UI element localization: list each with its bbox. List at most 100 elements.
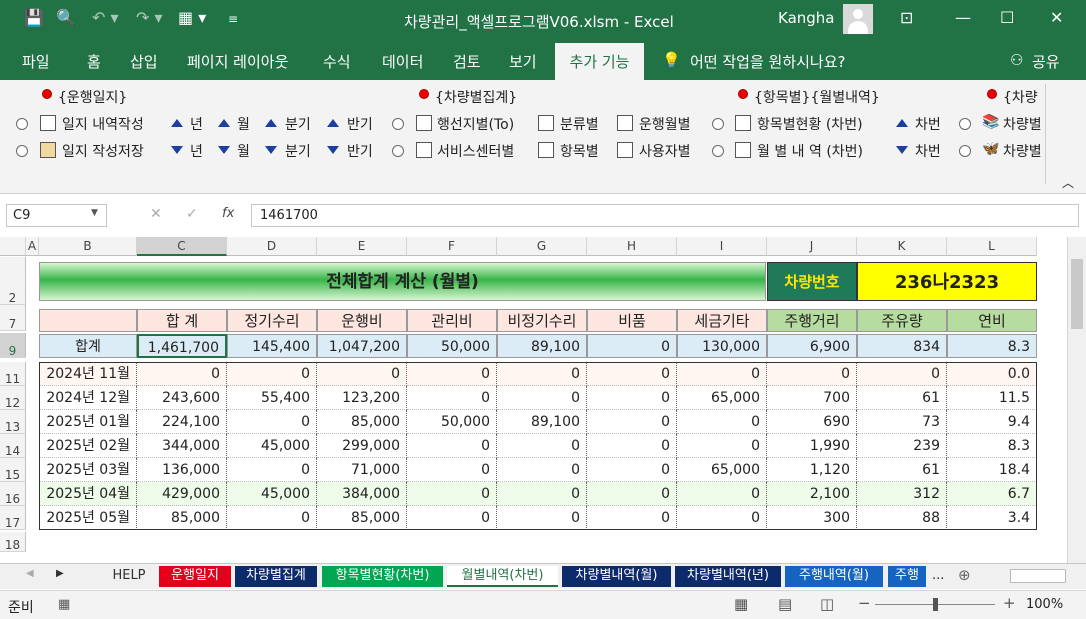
data-cell[interactable]: 0	[407, 362, 497, 386]
sheet-tab[interactable]: 항목별현황(차번)	[322, 566, 443, 587]
data-cell[interactable]: 0	[587, 410, 677, 434]
month-label[interactable]: 2025년 02월	[39, 434, 137, 458]
sheet-tab[interactable]: 차량별집계	[235, 566, 317, 587]
data-cell[interactable]: 1,120	[767, 458, 857, 482]
sort-down-icon[interactable]	[327, 146, 339, 154]
data-cell[interactable]: 65,000	[677, 386, 767, 410]
data-cell[interactable]: 3.4	[947, 506, 1037, 530]
sheet-tab[interactable]: HELP	[103, 566, 155, 587]
data-cell[interactable]: 0	[767, 362, 857, 386]
data-cell[interactable]: 9.4	[947, 410, 1037, 434]
down-month[interactable]: 월	[237, 141, 250, 161]
up-year[interactable]: 년	[190, 114, 203, 134]
tab-data[interactable]: 데이터	[382, 51, 423, 72]
data-cell[interactable]: 18.4	[947, 458, 1037, 482]
sort-up-icon[interactable]	[171, 119, 183, 127]
btn-vehicle-2[interactable]: 차량별	[1003, 141, 1043, 161]
up-car-no[interactable]: 차번	[915, 114, 941, 134]
data-cell[interactable]: 0	[587, 506, 677, 530]
radio-monthly[interactable]	[712, 145, 724, 157]
tab-scroll-left-icon[interactable]: ◀	[26, 568, 34, 579]
data-cell[interactable]: 0	[407, 506, 497, 530]
data-cell[interactable]: 0	[587, 362, 677, 386]
normal-view-icon[interactable]: ▦	[734, 595, 748, 613]
column-label-2[interactable]: 정기수리	[227, 309, 317, 332]
data-cell[interactable]: 73	[857, 410, 947, 434]
page-break-view-icon[interactable]: ◫	[820, 595, 834, 613]
form-icon[interactable]: ▦ ▾	[178, 8, 206, 27]
sheet-tab[interactable]: 차량별내역(월)	[562, 566, 671, 587]
zoom-out-icon[interactable]: −	[858, 594, 871, 612]
insert-function-icon[interactable]: fx	[222, 206, 234, 221]
tab-scroll-right-icon[interactable]: ▶	[56, 568, 64, 579]
data-cell[interactable]: 71,000	[317, 458, 407, 482]
row-header-2[interactable]: 2	[0, 257, 26, 305]
down-half[interactable]: 반기	[347, 141, 373, 161]
btn-vehicle-1[interactable]: 차량별	[1003, 114, 1043, 134]
sheet-tab[interactable]: 운행일지	[159, 566, 231, 587]
row-header-17[interactable]: 17	[0, 506, 26, 530]
data-cell[interactable]: 65,000	[677, 458, 767, 482]
data-cell[interactable]: 299,000	[317, 434, 407, 458]
cancel-icon[interactable]: ✕	[150, 206, 162, 222]
sheet-tab[interactable]: 차량별내역(년)	[675, 566, 781, 587]
total-cell-2[interactable]: 145,400	[227, 334, 317, 358]
data-cell[interactable]: 224,100	[137, 410, 227, 434]
column-header-L[interactable]: L	[947, 237, 1037, 256]
data-cell[interactable]: 61	[857, 458, 947, 482]
zoom-in-icon[interactable]: +	[1003, 594, 1016, 612]
data-cell[interactable]: 61	[857, 386, 947, 410]
tab-formulas[interactable]: 수식	[323, 51, 351, 72]
total-cell-6[interactable]: 0	[587, 334, 677, 358]
data-cell[interactable]: 384,000	[317, 482, 407, 506]
data-cell[interactable]: 50,000	[407, 410, 497, 434]
btn-destination[interactable]: 행선지별(To)	[437, 114, 514, 134]
collapse-ribbon-icon[interactable]: ︿	[1062, 174, 1074, 191]
data-cell[interactable]: 0	[497, 506, 587, 530]
sort-up-icon[interactable]	[896, 119, 908, 127]
sort-down-icon[interactable]	[265, 146, 277, 154]
data-cell[interactable]: 0	[497, 482, 587, 506]
column-label-3[interactable]: 운행비	[317, 309, 407, 332]
sheet-tab[interactable]: 주행내역(월)	[785, 566, 883, 587]
minimize-icon[interactable]: —	[955, 8, 971, 27]
horizontal-scrollbar[interactable]	[1010, 569, 1066, 583]
btn-service-center[interactable]: 서비스센터별	[437, 141, 514, 161]
new-sheet-icon[interactable]: ⊕	[958, 566, 971, 584]
data-cell[interactable]: 0	[407, 434, 497, 458]
total-cell-8[interactable]: 6,900	[767, 334, 857, 358]
sort-down-icon[interactable]	[896, 146, 908, 154]
data-cell[interactable]: 8.3	[947, 434, 1037, 458]
data-cell[interactable]: 0	[677, 482, 767, 506]
radio-item[interactable]	[712, 118, 724, 130]
data-cell[interactable]: 0	[407, 386, 497, 410]
avatar[interactable]	[843, 4, 873, 34]
btn-item[interactable]: 항목별	[560, 141, 599, 161]
select-all-corner[interactable]	[0, 237, 26, 256]
btn-category[interactable]: 분류별	[560, 114, 599, 134]
data-cell[interactable]: 123,200	[317, 386, 407, 410]
data-cell[interactable]: 0	[137, 362, 227, 386]
data-cell[interactable]: 45,000	[227, 434, 317, 458]
data-cell[interactable]: 429,000	[137, 482, 227, 506]
undo-icon[interactable]: ↶ ▾	[92, 8, 119, 27]
row-header-14[interactable]: 14	[0, 434, 26, 458]
row-header-7[interactable]: 7	[0, 305, 26, 331]
formula-input[interactable]: 1461700	[251, 204, 1079, 227]
data-cell[interactable]: 0	[587, 386, 677, 410]
btn-user[interactable]: 사용자별	[639, 141, 691, 161]
data-cell[interactable]: 700	[767, 386, 857, 410]
print-preview-icon[interactable]: 🔍	[56, 8, 76, 27]
tab-file[interactable]: 파일	[22, 51, 50, 72]
row-header-18[interactable]: 18	[0, 532, 26, 552]
column-label-4[interactable]: 관리비	[407, 309, 497, 332]
row-header-9[interactable]: 9	[0, 333, 26, 358]
row-header-12[interactable]: 12	[0, 386, 26, 410]
tab-insert[interactable]: 삽입	[130, 51, 158, 72]
month-label[interactable]: 2025년 03월	[39, 458, 137, 482]
up-month[interactable]: 월	[237, 114, 250, 134]
redo-icon[interactable]: ↷ ▾	[136, 8, 163, 27]
up-quarter[interactable]: 분기	[285, 114, 311, 134]
data-cell[interactable]: 55,400	[227, 386, 317, 410]
data-cell[interactable]: 0	[677, 506, 767, 530]
